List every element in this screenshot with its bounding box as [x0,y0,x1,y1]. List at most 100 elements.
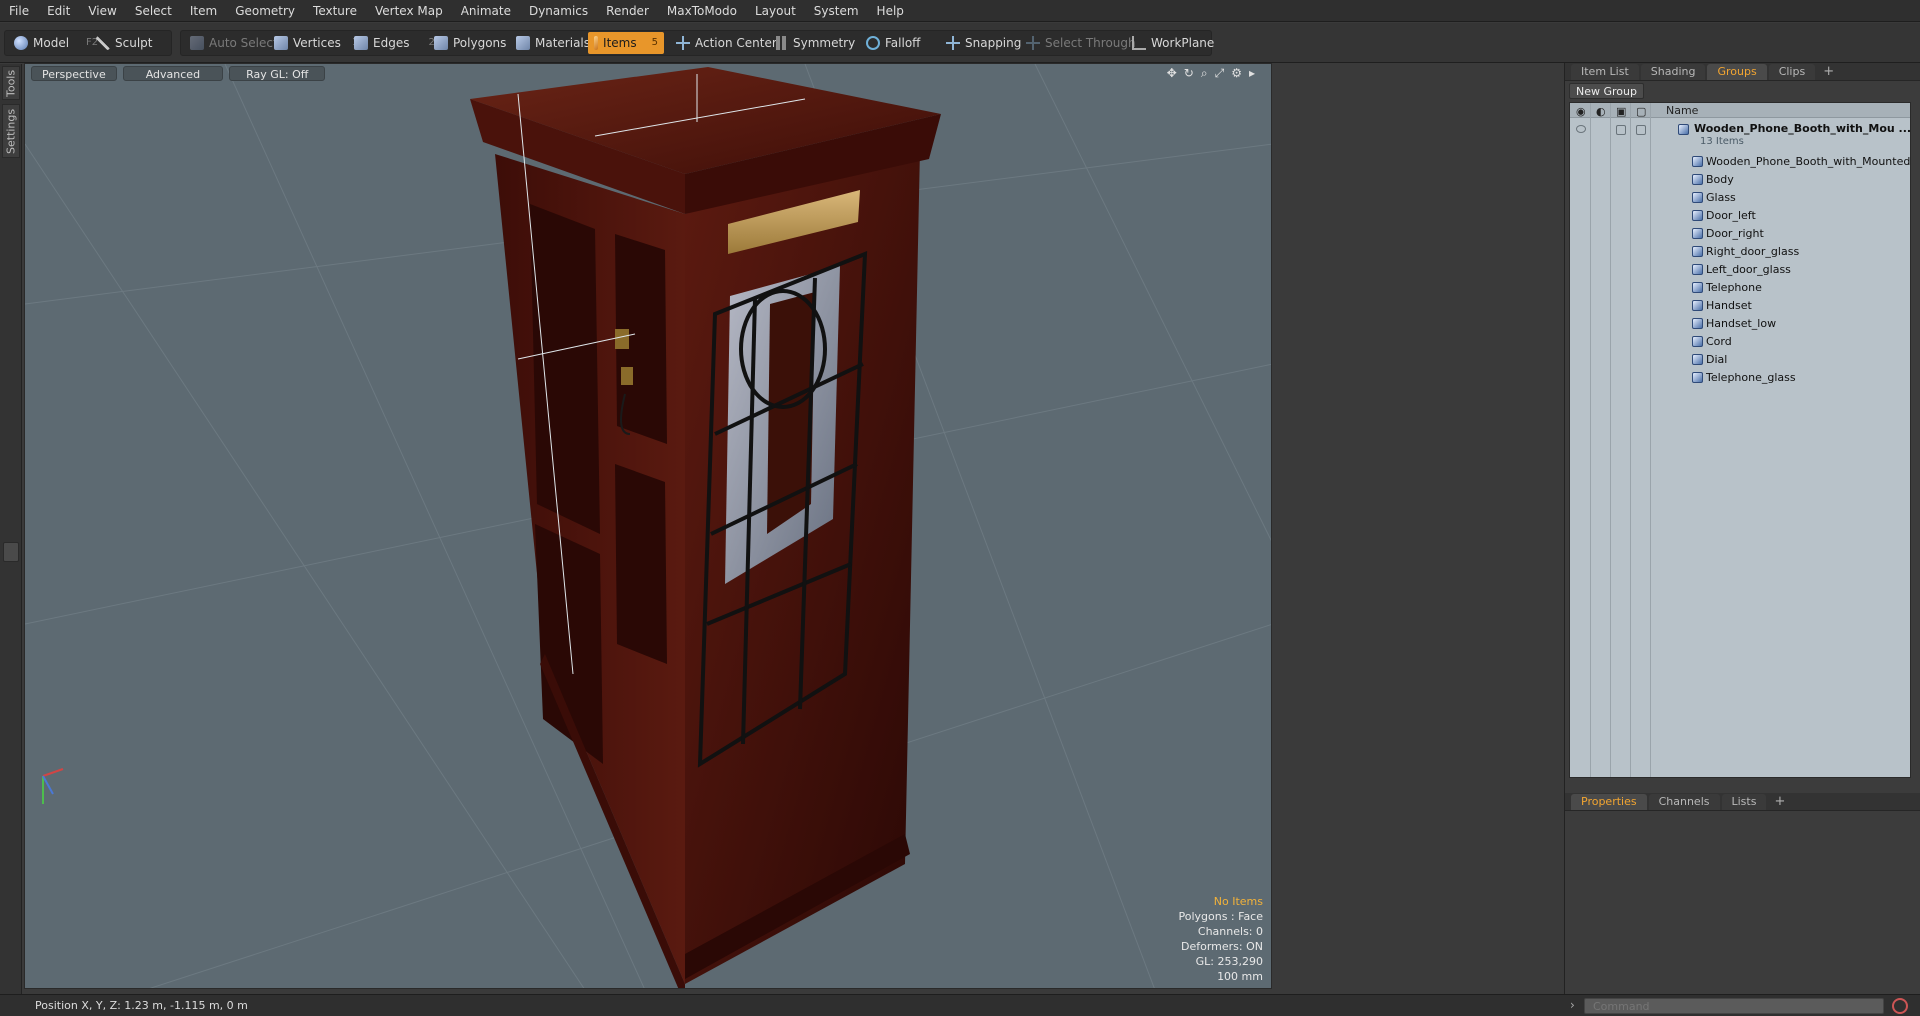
group-item-row[interactable]: Door_right [1570,225,1910,243]
menu-select[interactable]: Select [126,0,181,22]
info-items: No Items [1213,895,1263,908]
symmetry-icon [776,36,780,50]
viewport-info: No Items Polygons : Face Channels: 0 Def… [1178,894,1263,984]
tab-item-list[interactable]: Item List [1571,63,1639,80]
toolbar: Model F2 Sculpt Auto Select Vertices 1 E… [0,23,1920,63]
group-item-row[interactable]: Telephone_glass [1570,369,1910,387]
name-column-header[interactable]: Name [1666,104,1698,117]
group-item-row[interactable]: Dial [1570,351,1910,369]
tab-properties[interactable]: Properties [1571,793,1647,810]
menu-geometry[interactable]: Geometry [226,0,304,22]
materials-icon [516,36,530,50]
maximize-icon[interactable]: ⤢ [1215,66,1225,81]
edges-button[interactable]: Edges 2 [348,32,441,54]
tools-tab[interactable]: Tools [2,66,20,100]
group-item-row[interactable]: Telephone [1570,279,1910,297]
gear-icon[interactable]: ⚙ [1231,66,1242,81]
tab-shading[interactable]: Shading [1640,63,1706,80]
group-item-row[interactable]: Left_door_glass [1570,261,1910,279]
group-item-row[interactable]: Glass [1570,189,1910,207]
lock-col-icon[interactable]: ▣ [1616,105,1626,118]
materials-button[interactable]: Materials [510,32,596,54]
menu-bar: File Edit View Select Item Geometry Texture Ver… [0,0,1920,22]
group-row[interactable]: Wooden_Phone_Booth_with_Mou ... 13 Items [1570,121,1910,151]
rotate-icon[interactable]: ↻ [1184,66,1194,81]
menu-layout[interactable]: Layout [746,0,805,22]
tree-header: ◉ ◐ ▣ ▢ Name [1570,103,1910,118]
symmetry-button[interactable]: Symmetry [770,32,861,54]
select-through-button[interactable]: Select Through [1020,32,1142,54]
new-group-button[interactable]: New Group [1569,83,1644,99]
pan-icon[interactable]: ✥ [1167,66,1177,81]
command-run-icon[interactable] [1892,998,1908,1014]
group-item-label: Handset [1706,299,1752,312]
group-item-label: Left_door_glass [1706,263,1791,276]
menu-system[interactable]: System [805,0,868,22]
lock-box[interactable] [1616,125,1626,135]
menu-help[interactable]: Help [868,0,913,22]
collapse-handle[interactable] [3,542,19,562]
shading-advanced-button[interactable]: Advanced [122,65,224,81]
tab-channels[interactable]: Channels [1648,793,1720,810]
render-col-icon[interactable]: ◐ [1596,105,1606,118]
menu-arrow-icon[interactable]: ▸ [1249,66,1255,81]
settings-tab[interactable]: Settings [2,104,20,158]
group-item-label: Glass [1706,191,1736,204]
menu-texture[interactable]: Texture [304,0,366,22]
command-input[interactable] [1584,998,1884,1014]
items-button[interactable]: Items 5 [588,32,664,54]
group-name: Wooden_Phone_Booth_with_Mou ... [1694,122,1911,135]
menu-dynamics[interactable]: Dynamics [520,0,597,22]
left-tool-strip: Tools Settings [0,64,22,996]
falloff-button[interactable]: Falloff [860,32,926,54]
visibility-col-icon[interactable]: ◉ [1576,105,1586,118]
group-icon [1678,124,1689,135]
group-item-row[interactable]: Right_door_glass [1570,243,1910,261]
tab-clips[interactable]: Clips [1768,63,1816,80]
mesh-icon [1692,246,1703,257]
group-item-row[interactable]: Door_left [1570,207,1910,225]
modo-window: File Edit View Select Item Geometry Texture Ver… [0,0,1920,1016]
group-item-label: Door_right [1706,227,1764,240]
menu-item[interactable]: Item [181,0,226,22]
workplane-button[interactable]: WorkPlane [1126,32,1220,54]
select-col-icon[interactable]: ▢ [1636,105,1646,118]
polygons-button[interactable]: Polygons [428,32,512,54]
tab-lists[interactable]: Lists [1721,793,1767,810]
group-item-row[interactable]: Handset_low [1570,315,1910,333]
view-perspective-button[interactable]: Perspective [31,65,117,81]
falloff-icon [866,36,880,50]
polygons-icon [434,36,448,50]
right-panel: Item List Shading Groups Clips + New Gro… [1564,63,1920,998]
zoom-icon[interactable]: ⌕ [1201,66,1208,81]
group-item-row[interactable]: Handset [1570,297,1910,315]
menu-vertex-map[interactable]: Vertex Map [366,0,452,22]
tab-groups[interactable]: Groups [1707,63,1767,80]
group-count: 13 Items [1700,136,1744,147]
properties-panel: Properties Channels Lists + [1565,793,1920,998]
info-scale: 100 mm [1217,970,1263,983]
model-icon [14,36,28,50]
3d-viewport[interactable]: Perspective Advanced Ray GL: Off ✥ ↻ ⌕ ⤢… [24,63,1272,989]
menu-animate[interactable]: Animate [452,0,520,22]
menu-view[interactable]: View [79,0,125,22]
status-bar: Position X, Y, Z: 1.23 m, -1.115 m, 0 m [0,994,1564,1016]
menu-render[interactable]: Render [597,0,658,22]
mesh-icon [1692,210,1703,221]
group-item-row[interactable]: Body [1570,171,1910,189]
properties-tabs: Properties Channels Lists + [1565,793,1920,811]
action-center-button[interactable]: Action Center [670,32,783,54]
info-polygons: Polygons : Face [1178,910,1263,923]
snapping-button[interactable]: Snapping [940,32,1027,54]
group-item-row[interactable]: Wooden_Phone_Booth_with_Mounted... [1570,153,1910,171]
select-box[interactable] [1636,125,1646,135]
add-tab-icon[interactable]: + [1768,794,1791,809]
group-item-row[interactable]: Cord [1570,333,1910,351]
add-tab-icon[interactable]: + [1817,64,1840,79]
sculpt-button[interactable]: Sculpt [90,32,158,54]
menu-file[interactable]: File [0,0,38,22]
menu-edit[interactable]: Edit [38,0,79,22]
eye-icon[interactable] [1576,125,1586,133]
raygl-button[interactable]: Ray GL: Off [229,65,326,81]
menu-maxtomodo[interactable]: MaxToModo [658,0,746,22]
